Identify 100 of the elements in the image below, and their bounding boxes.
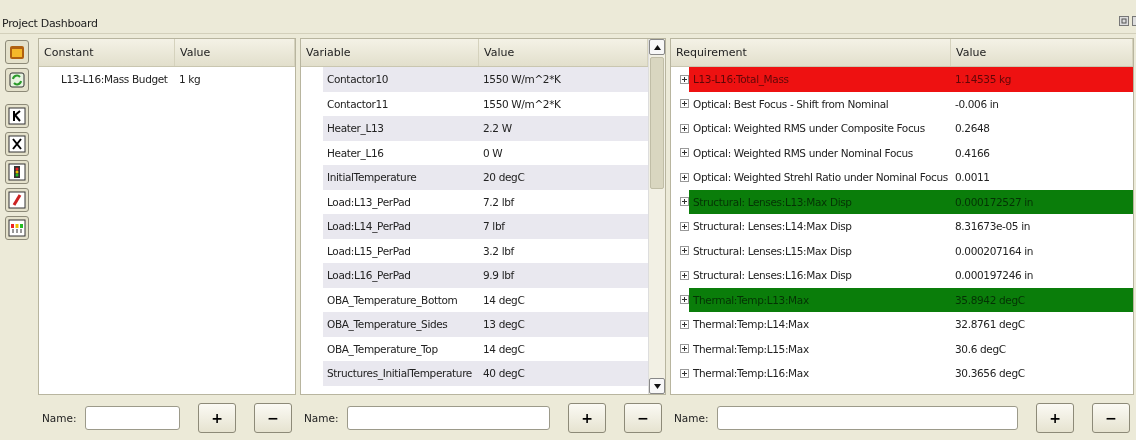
expand-icon[interactable] [680,270,689,280]
value-cell-text: 1 kg [178,73,202,86]
name-cell-text: Load:L15_PerPad [326,244,412,257]
expand-icon[interactable] [680,221,689,231]
name-cell-text: Optical: Weighted RMS under Nominal Focus [692,146,914,159]
name-cell-text: Structures_InitialTemperature [326,367,473,380]
value-cell-text: 3.2 lbf [482,244,516,257]
down-arrow-icon[interactable] [653,383,661,389]
value-cell-text: 0.0011 [954,171,991,184]
name-cell-text: Optical: Best Focus - Shift from Nominal [692,97,890,110]
name-label: Name: [42,411,77,424]
traffic-light-icon [8,163,26,181]
toolbar-button[interactable] [5,160,29,184]
refresh-icon [8,71,26,89]
name-cell-text: Optical: Weighted RMS under Composite Focus [692,122,926,135]
value-cell-text: 20 degC [482,171,526,184]
expand-icon[interactable] [680,172,689,182]
value-cell-text: 0.000197246 in [954,269,1035,282]
value-cell-text: 35.8942 degC [954,293,1026,306]
name-cell-text: L13-L16:Mass Budget [60,73,169,86]
restore-icon[interactable] [1119,16,1129,26]
value-cell-text: 14 degC [482,293,526,306]
scrollbar[interactable] [648,39,665,394]
table-row[interactable]: InitialTemperature 20 degC [301,165,648,190]
value-cell-text: 30.3656 degC [954,367,1026,380]
value-cell-text: 13 degC [482,318,526,331]
value-cell-text: 0.2648 [954,122,991,135]
name-cell-text: Contactor10 [326,73,390,86]
add-button[interactable]: + [568,402,606,433]
toolbar-button[interactable] [5,104,29,128]
value-cell-text: 14 degC [482,342,526,355]
name-label: Name: [674,411,709,424]
name-cell-text: Thermal:Temp:L13:Max [692,293,810,306]
toolbar-button[interactable] [5,132,29,156]
expand-icon[interactable] [680,344,689,354]
value-cell-text: 7 lbf [482,220,506,233]
k-icon [8,107,26,125]
name-cell-text: Structural: Lenses:L14:Max Disp [692,220,853,233]
name-cell-text: Load:L14_PerPad [326,220,412,233]
x-icon [8,135,26,153]
name-cell-text: Thermal:Temp:L15:Max [692,342,810,355]
value-cell-text: 7.2 lbf [482,195,516,208]
expand-icon[interactable] [680,74,689,84]
expand-icon[interactable] [680,295,689,305]
table-row[interactable]: Heater_L13 2.2 W [301,116,648,141]
value-cell-text: 0.000207164 in [954,244,1035,257]
expand-icon[interactable] [680,319,689,329]
expand-icon[interactable] [680,123,689,133]
value-cell-text: 0 W [482,146,504,159]
column-header[interactable]: Constant [39,39,175,66]
bar-chart-icon [8,219,26,237]
name-cell-text: OBA_Temperature_Top [326,342,439,355]
name-field[interactable] [84,405,180,430]
add-button[interactable]: + [1036,402,1074,433]
table-row[interactable]: Contactor10 1550 W/m^2*K [301,67,648,92]
expand-icon[interactable] [680,148,689,158]
value-cell-text: 1.14535 kg [954,73,1012,86]
name-cell-text: Structural: Lenses:L16:Max Disp [692,269,853,282]
name-cell-text: Structural: Lenses:L13:Max Disp [692,195,853,208]
value-cell-text: 32.8761 degC [954,318,1026,331]
column-header[interactable]: Variable [301,39,479,66]
expand-icon[interactable] [680,197,689,207]
name-cell-text: Load:L13_PerPad [326,195,412,208]
remove-button[interactable]: − [254,402,292,433]
name-cell-text: OBA_Temperature_Sides [326,318,449,331]
value-cell-text: 0.4166 [954,146,991,159]
expand-icon[interactable] [680,368,689,378]
name-field[interactable] [716,405,1018,430]
table-row[interactable]: Load:L16_PerPad 9.9 lbf [301,263,648,288]
value-cell-text: 1550 W/m^2*K [482,73,562,86]
name-cell-text: InitialTemperature [326,171,418,184]
window-title: Project Dashboard [2,17,98,30]
column-header[interactable]: Value [951,39,1133,66]
value-cell-text: 8.31673e-05 in [954,220,1032,233]
name-cell-text: OBA_Temperature_Bottom [326,293,459,306]
name-cell-text: Optical: Weighted Strehl Ratio under Nominal Focus [692,171,949,184]
name-cell-text: Thermal:Temp:L14:Max [692,318,810,331]
table-row[interactable]: Structures_InitialTemperature 40 degC [301,361,648,386]
remove-button[interactable]: − [624,402,662,433]
table-row[interactable]: OBA_Temperature_Sides 13 degC [301,312,648,337]
remove-button[interactable]: − [1092,402,1130,433]
column-header[interactable]: Value [175,39,295,66]
folder-icon [8,43,26,61]
name-cell-text: Heater_L16 [326,146,385,159]
value-cell-text: 1550 W/m^2*K [482,97,562,110]
value-cell-text: 30.6 degC [954,342,1007,355]
up-arrow-icon[interactable] [653,44,661,50]
expand-icon[interactable] [680,99,689,109]
table-row[interactable]: Load:L14_PerPad 7 lbf [301,214,648,239]
name-cell-text: Contactor11 [326,97,390,110]
add-button[interactable]: + [198,402,236,433]
expand-icon[interactable] [680,246,689,256]
name-cell-text: Load:L16_PerPad [326,269,412,282]
name-field[interactable] [346,405,550,430]
value-cell-text: 9.9 lbf [482,269,516,282]
name-label: Name: [304,411,339,424]
column-header[interactable]: Requirement [671,39,951,66]
pencil-icon [8,191,26,209]
scroll-thumb[interactable] [650,57,664,189]
close-icon[interactable] [1132,16,1136,26]
